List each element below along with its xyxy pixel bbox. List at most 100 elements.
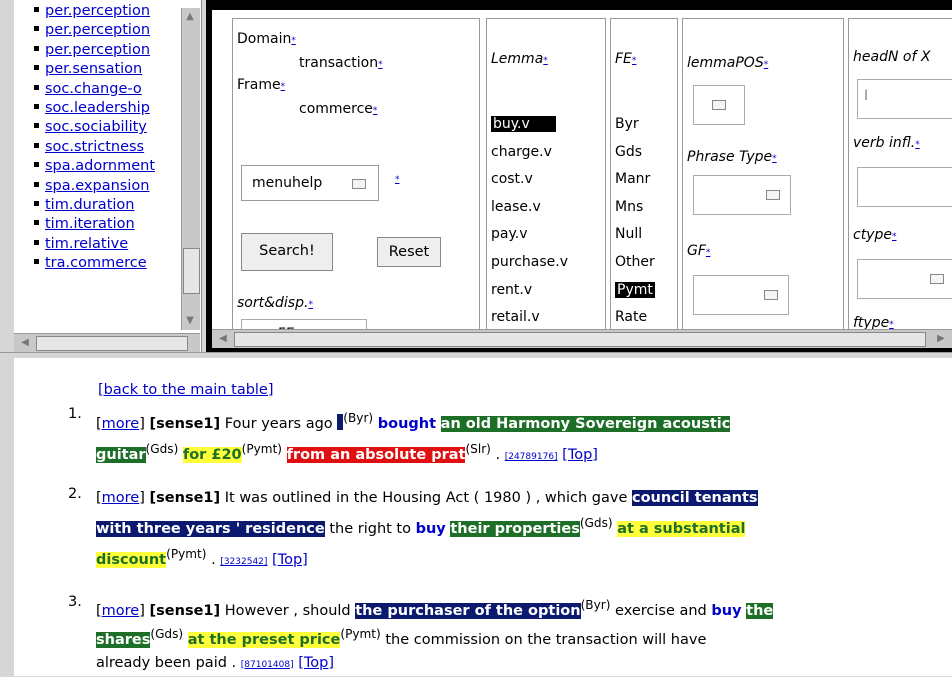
menuhelp-help-link[interactable]: * bbox=[395, 175, 400, 185]
frame-help-link[interactable]: * bbox=[281, 82, 286, 92]
more-link[interactable]: more bbox=[102, 603, 140, 619]
back-to-main-table-link[interactable]: [back to the main table] bbox=[98, 382, 274, 398]
domain-value-help-link[interactable]: * bbox=[378, 60, 383, 70]
lemma-option-label: pay.v bbox=[491, 226, 528, 243]
scroll-up-icon[interactable]: ▲ bbox=[183, 10, 197, 24]
frame-value-help-link[interactable]: * bbox=[373, 106, 378, 116]
more-link[interactable]: more bbox=[102, 490, 140, 506]
fe-option[interactable]: Byr bbox=[615, 111, 673, 139]
left-horizontal-scrollbar[interactable]: ◀ bbox=[14, 333, 200, 352]
frame-link[interactable]: spa.adornment bbox=[45, 158, 155, 174]
gf-select[interactable] bbox=[693, 275, 789, 315]
ctype-header: ctype bbox=[853, 227, 892, 243]
frame-link[interactable]: tim.relative bbox=[45, 236, 128, 252]
verb-infl-help-link[interactable]: * bbox=[915, 140, 920, 150]
fe-option[interactable]: Null bbox=[615, 221, 673, 249]
lemma-listbox[interactable]: buy.v charge.v cost.v lease.v pay.v purchase.… bbox=[491, 111, 599, 330]
top-link[interactable]: [Top] bbox=[272, 552, 308, 568]
fe-listbox[interactable]: Byr Gds Manr Mns Null Other Pymt Rate bbox=[615, 111, 673, 330]
target-word: buy bbox=[415, 520, 446, 537]
scroll-left-icon[interactable]: ◀ bbox=[216, 332, 230, 346]
headn-header: headN of X bbox=[853, 49, 931, 65]
sort-help-link[interactable]: * bbox=[308, 300, 313, 310]
headn-input[interactable]: I bbox=[857, 79, 952, 119]
fe-option-label: Gds bbox=[615, 143, 643, 160]
left-scroll-thumb[interactable] bbox=[183, 248, 200, 294]
sentence-period: . bbox=[495, 446, 501, 463]
frame-link[interactable]: soc.sociability bbox=[45, 119, 147, 135]
fe-option[interactable]: Manr bbox=[615, 166, 673, 194]
scroll-down-icon[interactable]: ▼ bbox=[183, 314, 197, 328]
sentence-id-link[interactable]: [3232542] bbox=[220, 557, 267, 567]
fe-slr: from an absolute prat bbox=[286, 446, 466, 463]
headn-panel: headN of X I verb infl.* ctype* ftype* bbox=[848, 18, 952, 330]
fe-panel: FE* Byr Gds Manr Mns Null Other Pymt Rate bbox=[610, 18, 678, 330]
scroll-right-icon[interactable]: ▶ bbox=[934, 332, 948, 346]
frame-link[interactable]: soc.change-o bbox=[45, 81, 142, 97]
sentence-id-link[interactable]: [24789176] bbox=[505, 452, 558, 462]
reset-button[interactable]: Reset bbox=[377, 237, 441, 267]
phrase-type-help-link[interactable]: * bbox=[772, 154, 777, 164]
frame-link[interactable]: tra.commerce bbox=[45, 255, 147, 271]
menuhelp-dropdown[interactable]: menuhelp bbox=[241, 165, 379, 201]
top-link[interactable]: [Top] bbox=[298, 655, 334, 671]
phrase-type-select[interactable] bbox=[693, 175, 791, 215]
fe-option-label: Manr bbox=[615, 171, 651, 188]
verb-infl-select[interactable] bbox=[857, 167, 952, 207]
fe-gds: their properties bbox=[450, 520, 580, 537]
lemma-option[interactable]: charge.v bbox=[491, 139, 599, 167]
fe-help-link[interactable]: * bbox=[632, 56, 637, 66]
sentence-id-link[interactable]: [87101408] bbox=[241, 660, 294, 670]
ctype-help-link[interactable]: * bbox=[892, 232, 897, 242]
fe-option[interactable]: Other bbox=[615, 249, 673, 277]
lemma-option[interactable]: buy.v bbox=[491, 111, 599, 139]
bullet-icon bbox=[34, 220, 39, 226]
domain-help-link[interactable]: * bbox=[291, 36, 296, 46]
fe-tag-byr: (Byr) bbox=[343, 411, 374, 425]
scroll-left-icon[interactable]: ◀ bbox=[18, 336, 32, 350]
fe-option[interactable]: Rate bbox=[615, 304, 673, 330]
top-link[interactable]: [Top] bbox=[562, 447, 598, 463]
sort-disp-label: sort&disp. bbox=[237, 295, 309, 311]
frame-link[interactable]: spa.expansion bbox=[45, 178, 149, 194]
search-horizontal-scrollbar[interactable]: ◀ ▶ bbox=[212, 329, 952, 348]
verb-infl-header: verb infl. bbox=[853, 135, 916, 151]
fe-pymt: at the preset price bbox=[187, 631, 341, 648]
bullet-icon bbox=[34, 45, 39, 51]
lemma-option[interactable]: rent.v bbox=[491, 277, 599, 305]
phrase-type-header: Phrase Type bbox=[687, 149, 773, 165]
frame-link[interactable]: per.perception bbox=[45, 3, 150, 19]
bullet-icon bbox=[34, 103, 39, 109]
lemmapos-help-link[interactable]: * bbox=[764, 60, 769, 70]
lemma-option[interactable]: retail.v bbox=[491, 304, 599, 330]
fe-option[interactable]: Pymt bbox=[615, 277, 673, 305]
lemma-option[interactable]: purchase.v bbox=[491, 249, 599, 277]
lemmapos-header: lemmaPOS bbox=[687, 55, 764, 71]
more-link[interactable]: more bbox=[102, 416, 140, 432]
frame-link[interactable]: per.perception bbox=[45, 42, 150, 58]
lemmapos-select[interactable] bbox=[693, 85, 745, 125]
lemma-option[interactable]: pay.v bbox=[491, 221, 599, 249]
ctype-select[interactable] bbox=[857, 259, 952, 299]
frame-value[interactable]: commerce bbox=[299, 101, 373, 117]
lemma-help-link[interactable]: * bbox=[543, 56, 548, 66]
domain-value[interactable]: transaction bbox=[299, 55, 378, 71]
search-button[interactable]: Search! bbox=[241, 233, 333, 271]
fe-option[interactable]: Mns bbox=[615, 194, 673, 222]
fe-option-label: Null bbox=[615, 226, 643, 243]
fe-header: FE bbox=[615, 51, 632, 67]
frame-link[interactable]: tim.duration bbox=[45, 197, 134, 213]
fe-option[interactable]: Gds bbox=[615, 139, 673, 167]
left-hscroll-thumb[interactable] bbox=[36, 336, 188, 351]
frame-link[interactable]: tim.iteration bbox=[45, 216, 135, 232]
bullet-icon bbox=[34, 181, 39, 187]
frame-link[interactable]: soc.leadership bbox=[45, 100, 150, 116]
gf-help-link[interactable]: * bbox=[706, 248, 711, 258]
lemma-option[interactable]: cost.v bbox=[491, 166, 599, 194]
lemma-option[interactable]: lease.v bbox=[491, 194, 599, 222]
search-hscroll-thumb[interactable] bbox=[234, 332, 926, 347]
left-vertical-scrollbar[interactable]: ▲ ▼ bbox=[181, 8, 200, 330]
frame-link[interactable]: soc.strictness bbox=[45, 139, 144, 155]
frame-link[interactable]: per.sensation bbox=[45, 61, 142, 77]
frame-link[interactable]: per.perception bbox=[45, 22, 150, 38]
